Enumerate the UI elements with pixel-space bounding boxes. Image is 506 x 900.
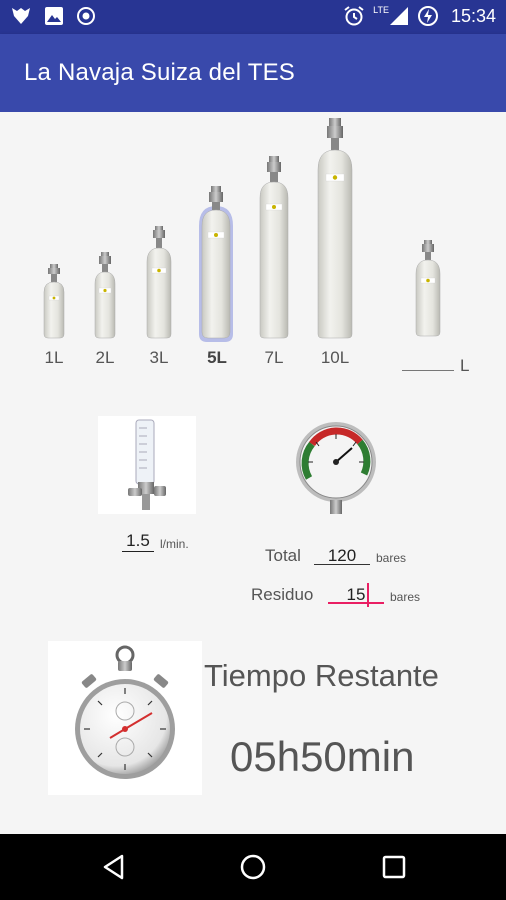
residue-pressure-label: Residuo [251, 585, 314, 604]
total-pressure-unit: bares [376, 551, 407, 565]
app-bar: La Navaja Suiza del TES [0, 34, 506, 112]
pressure-gauge-icon [296, 422, 376, 514]
stopwatch-image [48, 641, 202, 795]
total-pressure-input[interactable]: 120 [314, 546, 370, 566]
cylinder-label-1l[interactable]: 1L [29, 348, 79, 368]
status-notifications [10, 6, 96, 26]
clock: 15:34 [450, 5, 496, 26]
cylinder-3l[interactable] [143, 224, 175, 342]
cylinder-2l[interactable] [90, 250, 120, 342]
stopwatch-icon [75, 645, 175, 779]
battery-charging-icon [417, 6, 438, 26]
record-icon [77, 7, 95, 25]
status-system: LTE 15:34 [343, 5, 496, 27]
image-icon [45, 7, 63, 25]
cylinder-label-3l[interactable]: 3L [134, 348, 184, 368]
cylinder-label-5l[interactable]: 5L [192, 348, 242, 368]
total-pressure-label: Total [265, 546, 301, 565]
residue-pressure-underline [328, 602, 384, 604]
app-notification-icon [12, 8, 30, 24]
cylinder-label-2l[interactable]: 2L [80, 348, 130, 368]
cylinder-10l[interactable] [314, 116, 356, 342]
custom-volume-input[interactable] [402, 370, 454, 371]
back-icon[interactable] [98, 851, 130, 883]
cylinder-label-10l[interactable]: 10L [310, 348, 360, 368]
flowmeter-image [98, 416, 196, 514]
remaining-time-title: Tiempo Restante [204, 658, 439, 693]
total-pressure-underline [314, 564, 370, 565]
cylinder-7l[interactable] [256, 154, 292, 342]
cylinder-label-7l[interactable]: 7L [249, 348, 299, 368]
cylinder-1l[interactable] [40, 262, 68, 342]
recents-icon[interactable] [378, 851, 410, 883]
remaining-time-value: 05h50min [230, 733, 415, 780]
home-icon[interactable] [237, 851, 269, 883]
status-bar: LTE 15:34 [0, 0, 506, 34]
alarm-icon [344, 6, 364, 26]
flowmeter-icon [128, 419, 166, 510]
flow-rate-unit: l/min. [160, 537, 189, 551]
app-title: La Navaja Suiza del TES [24, 59, 295, 86]
network-label: LTE [373, 5, 389, 15]
cylinder-custom[interactable] [412, 238, 444, 340]
flow-rate-input[interactable]: 1.5 [122, 531, 154, 552]
signal-icon [389, 7, 408, 25]
residue-pressure-unit: bares [390, 590, 421, 604]
custom-volume-unit: L [460, 356, 470, 375]
cylinder-5l-selected[interactable] [196, 182, 236, 344]
navigation-bar [0, 834, 506, 900]
